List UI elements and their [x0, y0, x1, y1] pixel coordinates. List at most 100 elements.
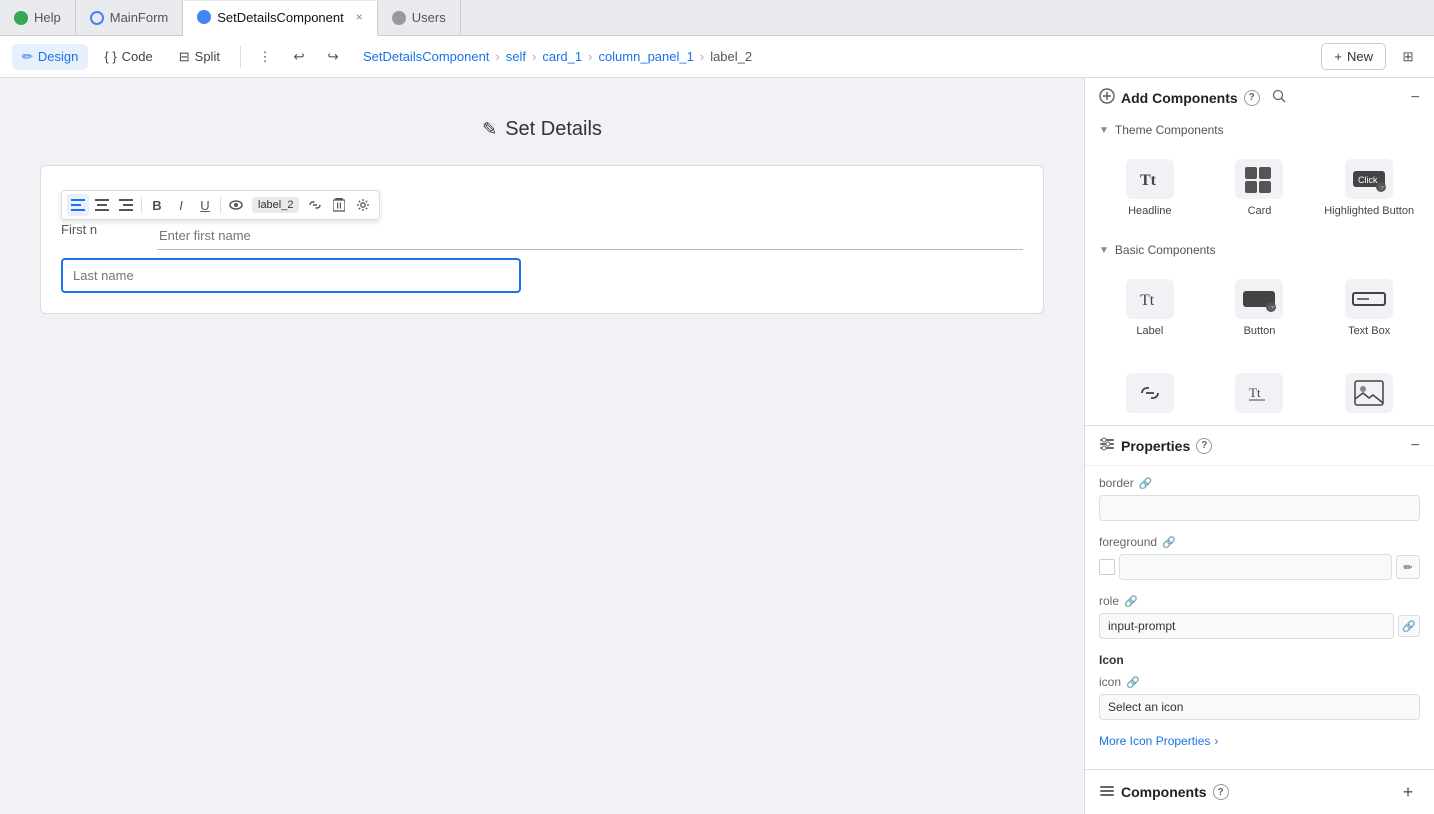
border-input[interactable] — [1099, 495, 1420, 521]
icon-label: icon 🔗 — [1099, 675, 1420, 689]
theme-components-grid: Tt Headline Card Click☞ Highlighted Butt… — [1085, 143, 1434, 237]
component-text-box[interactable]: Text Box — [1318, 271, 1420, 345]
breadcrumb-root[interactable]: SetDetailsComponent — [363, 49, 489, 64]
align-left-button[interactable] — [67, 194, 89, 216]
right-panel: Add Components ? − ▼ Theme Components Tt… — [1084, 78, 1434, 814]
breadcrumb-self[interactable]: self — [506, 49, 526, 64]
foreground-link-icon[interactable]: 🔗 — [1162, 536, 1176, 549]
new-button[interactable]: + New — [1321, 43, 1386, 70]
components-help[interactable]: ? — [1213, 784, 1229, 800]
align-center-button[interactable] — [91, 194, 113, 216]
role-prop-row: role 🔗 input-prompt 🔗 — [1099, 594, 1420, 639]
add-components-search-btn[interactable] — [1272, 89, 1286, 106]
label-area: B I U label_2 — [61, 222, 141, 237]
properties-help[interactable]: ? — [1196, 438, 1212, 454]
design-button[interactable]: ✏ Design — [12, 44, 88, 70]
first-name-label: First n — [61, 216, 97, 243]
add-components-title: Add Components — [1121, 90, 1238, 106]
tabs-bar: Help MainForm SetDetailsComponent × User… — [0, 0, 1434, 36]
add-components-icon — [1099, 88, 1115, 107]
breadcrumb-column-panel[interactable]: column_panel_1 — [598, 49, 693, 64]
visibility-button[interactable] — [225, 194, 247, 216]
component-rich-text[interactable]: Tt — [1209, 365, 1311, 421]
new-icon: + — [1334, 49, 1342, 64]
theme-section-chevron: ▼ — [1099, 125, 1109, 136]
basic-section-label[interactable]: ▼ Basic Components — [1085, 237, 1434, 263]
border-link-icon[interactable]: 🔗 — [1139, 477, 1153, 490]
first-name-input[interactable] — [157, 222, 1023, 250]
tab-setdetails-close[interactable]: × — [356, 10, 363, 24]
component-image[interactable] — [1318, 365, 1420, 421]
tab-mainform[interactable]: MainForm — [76, 0, 184, 35]
tab-mainform-icon — [90, 11, 104, 25]
foreground-edit-btn[interactable]: ✏ — [1396, 555, 1420, 579]
role-select[interactable]: input-prompt — [1099, 613, 1394, 639]
theme-section-label[interactable]: ▼ Theme Components — [1085, 117, 1434, 143]
foreground-input[interactable] — [1119, 554, 1392, 580]
properties-icon — [1099, 436, 1115, 455]
undo-button[interactable]: ↩ — [285, 43, 313, 71]
component-card[interactable]: Card — [1209, 151, 1311, 225]
role-link-icon[interactable]: 🔗 — [1124, 595, 1138, 608]
component-link[interactable] — [1099, 365, 1201, 421]
form-card: B I U label_2 — [40, 165, 1044, 314]
tab-help-icon — [14, 11, 28, 25]
role-link-btn[interactable]: 🔗 — [1398, 615, 1420, 637]
more-icon-props[interactable]: More Icon Properties › — [1099, 734, 1420, 748]
add-components-collapse-btn[interactable]: − — [1411, 89, 1420, 107]
delete-button[interactable] — [328, 194, 350, 216]
code-button[interactable]: { } Code — [94, 44, 162, 69]
layout-toggle-button[interactable]: ⊞ — [1394, 43, 1422, 71]
redo-button[interactable]: ↪ — [319, 43, 347, 71]
label-link-button[interactable] — [304, 194, 326, 216]
align-right-button[interactable] — [115, 194, 137, 216]
breadcrumb-sep-2: › — [532, 49, 536, 64]
svg-text:☞: ☞ — [1379, 185, 1385, 192]
tab-users-icon — [392, 11, 406, 25]
bold-button[interactable]: B — [146, 194, 168, 216]
component-highlighted-button[interactable]: Click☞ Highlighted Button — [1318, 151, 1420, 225]
tab-users-label: Users — [412, 10, 446, 25]
text-box-label: Text Box — [1348, 325, 1390, 337]
last-name-input[interactable] — [61, 258, 521, 293]
tab-users[interactable]: Users — [378, 0, 461, 35]
tab-setdetails[interactable]: SetDetailsComponent × — [183, 1, 377, 36]
text-box-icon — [1345, 279, 1393, 319]
component-label[interactable]: Tt Label — [1099, 271, 1201, 345]
italic-button[interactable]: I — [170, 194, 192, 216]
tab-setdetails-label: SetDetailsComponent — [217, 10, 343, 25]
properties-body: border 🔗 foreground 🔗 ✏ — [1085, 466, 1434, 758]
role-label: role 🔗 — [1099, 594, 1420, 608]
label-toolbar-sep-2 — [220, 197, 221, 213]
svg-text:☞: ☞ — [1269, 305, 1275, 312]
label-toolbar: B I U label_2 — [61, 190, 380, 220]
foreground-color-swatch[interactable] — [1099, 559, 1115, 575]
component-headline[interactable]: Tt Headline — [1099, 151, 1201, 225]
split-icon: ⊟ — [179, 49, 190, 65]
split-button[interactable]: ⊟ Split — [169, 44, 230, 70]
settings-button[interactable] — [352, 194, 374, 216]
add-components-header: Add Components ? − — [1085, 78, 1434, 117]
tab-help[interactable]: Help — [0, 0, 76, 35]
breadcrumb-card1[interactable]: card_1 — [542, 49, 582, 64]
components-title-bottom: Components — [1121, 784, 1207, 800]
underline-button[interactable]: U — [194, 194, 216, 216]
button-comp-label: Button — [1244, 325, 1276, 337]
add-components-help[interactable]: ? — [1244, 90, 1260, 106]
card-label: Card — [1248, 205, 1272, 217]
more-icon-props-chevron: › — [1214, 734, 1218, 748]
properties-section: Properties ? − border 🔗 foreground — [1085, 426, 1434, 769]
code-label: Code — [122, 49, 153, 64]
icon-link-icon[interactable]: 🔗 — [1126, 676, 1140, 689]
svg-text:Tt: Tt — [1140, 172, 1157, 189]
link-icon — [1126, 373, 1174, 413]
add-components-section: Add Components ? − ▼ Theme Components Tt… — [1085, 78, 1434, 426]
component-button[interactable]: ☞ Button — [1209, 271, 1311, 345]
properties-collapse-btn[interactable]: − — [1411, 437, 1420, 455]
tab-mainform-label: MainForm — [110, 10, 169, 25]
components-add-button[interactable]: + — [1396, 780, 1420, 804]
icon-select[interactable]: Select an icon — [1099, 694, 1420, 720]
more-options-button[interactable]: ⋮ — [251, 43, 279, 71]
icon-prop-row: icon 🔗 Select an icon — [1099, 675, 1420, 720]
label-name-chip: label_2 — [252, 197, 299, 213]
